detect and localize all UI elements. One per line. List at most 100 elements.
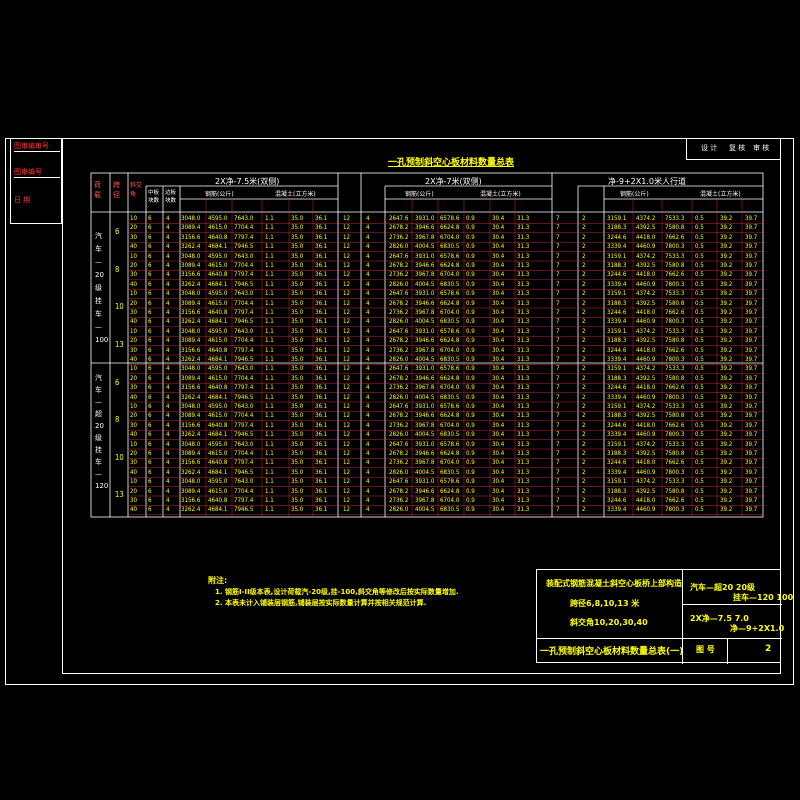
table-cell: 36.1 bbox=[315, 458, 328, 467]
table-cell: 39.7 bbox=[745, 345, 758, 354]
col-edge: 边板块数 bbox=[165, 190, 177, 204]
table-cell: 0.5 bbox=[695, 279, 704, 288]
table-cell: 3156.6 bbox=[181, 270, 201, 279]
table-cell: 1.1 bbox=[265, 449, 274, 457]
table-cell: 6624.8 bbox=[440, 373, 460, 382]
table-cell: 39.7 bbox=[745, 279, 758, 288]
table-cell: 2647.6 bbox=[389, 289, 409, 298]
table-cell: 12 bbox=[343, 373, 351, 382]
table-cell: 35.0 bbox=[291, 270, 304, 279]
table-cell: 10 bbox=[130, 364, 138, 373]
table-cell: 4374.2 bbox=[636, 251, 656, 260]
table-cell: 6704.0 bbox=[440, 496, 460, 504]
table-cell: 40 bbox=[130, 355, 138, 363]
table-cell: 4615.0 bbox=[208, 223, 228, 232]
table-cell: 6830.5 bbox=[440, 392, 460, 401]
table-cell: 35.0 bbox=[291, 364, 304, 373]
table-cell: 3967.8 bbox=[415, 458, 435, 467]
table-cell: 3089.4 bbox=[181, 261, 201, 269]
table-cell: 0.9 bbox=[466, 439, 475, 448]
table-cell: 4418.0 bbox=[636, 345, 656, 354]
table-cell: 6 bbox=[148, 496, 152, 504]
table-cell: 39.2 bbox=[720, 279, 733, 288]
table-cell: 4 bbox=[366, 467, 370, 476]
table-cell: 0.9 bbox=[466, 449, 475, 457]
table-cell: 12 bbox=[343, 477, 351, 486]
table-cell: 3156.6 bbox=[181, 383, 201, 392]
table-cell: 31.3 bbox=[517, 345, 530, 354]
table-cell: 0.9 bbox=[466, 223, 475, 232]
table-cell: 6578.6 bbox=[440, 289, 460, 298]
table-cell: 7580.8 bbox=[665, 336, 685, 345]
table-cell: 35.0 bbox=[291, 402, 304, 410]
table-cell: 3339.4 bbox=[607, 317, 627, 326]
table-cell: 4 bbox=[166, 270, 170, 279]
table-cell: 12 bbox=[343, 242, 351, 251]
table-cell: 0.9 bbox=[466, 336, 475, 345]
table-cell: 36.1 bbox=[315, 326, 328, 335]
table-cell: 39.2 bbox=[720, 214, 733, 222]
table-cell: 0.5 bbox=[695, 392, 704, 401]
table-cell: 2 bbox=[582, 242, 586, 251]
table-cell: 1.1 bbox=[265, 458, 274, 467]
table-cell: 7 bbox=[556, 232, 560, 241]
table-cell: 12 bbox=[343, 289, 351, 298]
table-cell: 12 bbox=[343, 279, 351, 288]
table-cell: 6704.0 bbox=[440, 308, 460, 316]
table-cell: 31.3 bbox=[517, 336, 530, 345]
table-cell: 0.5 bbox=[695, 411, 704, 420]
table-cell: 0.9 bbox=[466, 411, 475, 420]
table-cell: 0.5 bbox=[695, 402, 704, 410]
table-cell: 35.0 bbox=[291, 392, 304, 401]
table-cell: 7704.4 bbox=[234, 336, 254, 345]
table-cell: 7946.5 bbox=[234, 392, 254, 401]
table-cell: 7 bbox=[556, 223, 560, 232]
table-cell: 40 bbox=[130, 467, 138, 476]
table-cell: 4 bbox=[366, 289, 370, 298]
table-cell: 30.4 bbox=[492, 279, 505, 288]
table-cell: 12 bbox=[343, 383, 351, 392]
table-cell: 31.3 bbox=[517, 289, 530, 298]
table-cell: 30.4 bbox=[492, 251, 505, 260]
table-cell: 39.7 bbox=[745, 289, 758, 298]
table-cell: 7946.5 bbox=[234, 467, 254, 476]
table-cell: 6 bbox=[148, 430, 152, 439]
table-cell: 10 bbox=[130, 251, 138, 260]
table-cell: 10 bbox=[130, 402, 138, 410]
table-cell: 2736.2 bbox=[389, 308, 409, 316]
table-cell: 3946.6 bbox=[415, 486, 435, 495]
table-cell: 2 bbox=[582, 279, 586, 288]
table-cell: 7797.4 bbox=[234, 270, 254, 279]
table-cell: 7 bbox=[556, 458, 560, 467]
table-cell: 39.7 bbox=[745, 467, 758, 476]
table-cell: 7797.4 bbox=[234, 458, 254, 467]
table-cell: 4 bbox=[166, 355, 170, 363]
table-cell: 6578.6 bbox=[440, 326, 460, 335]
table-cell: 0.9 bbox=[466, 261, 475, 269]
table-cell: 2 bbox=[582, 420, 586, 429]
table-cell: 35.0 bbox=[291, 477, 304, 486]
table-cell: 30.4 bbox=[492, 467, 505, 476]
table-cell: 6704.0 bbox=[440, 232, 460, 241]
table-cell: 36.1 bbox=[315, 392, 328, 401]
table-cell: 4 bbox=[366, 317, 370, 326]
table-cell: 4 bbox=[366, 355, 370, 363]
table-cell: 30.4 bbox=[492, 392, 505, 401]
table-cell: 0.9 bbox=[466, 289, 475, 298]
table-cell: 0.5 bbox=[695, 289, 704, 298]
table-cell: 4684.1 bbox=[208, 279, 228, 288]
table-cell: 4 bbox=[166, 496, 170, 504]
table-cell: 4 bbox=[366, 223, 370, 232]
table-cell: 39.7 bbox=[745, 392, 758, 401]
table-cell: 4374.2 bbox=[636, 326, 656, 335]
table-cell: 4640.8 bbox=[208, 270, 228, 279]
table-cell: 7 bbox=[556, 392, 560, 401]
table-cell: 7580.8 bbox=[665, 486, 685, 495]
table-cell: 39.7 bbox=[745, 430, 758, 439]
table-cell: 39.7 bbox=[745, 223, 758, 232]
table-cell: 39.7 bbox=[745, 383, 758, 392]
table-cell: 4392.5 bbox=[636, 223, 656, 232]
table-cell: 7 bbox=[556, 317, 560, 326]
table-cell: 39.7 bbox=[745, 505, 758, 514]
table-cell: 6 bbox=[148, 355, 152, 363]
